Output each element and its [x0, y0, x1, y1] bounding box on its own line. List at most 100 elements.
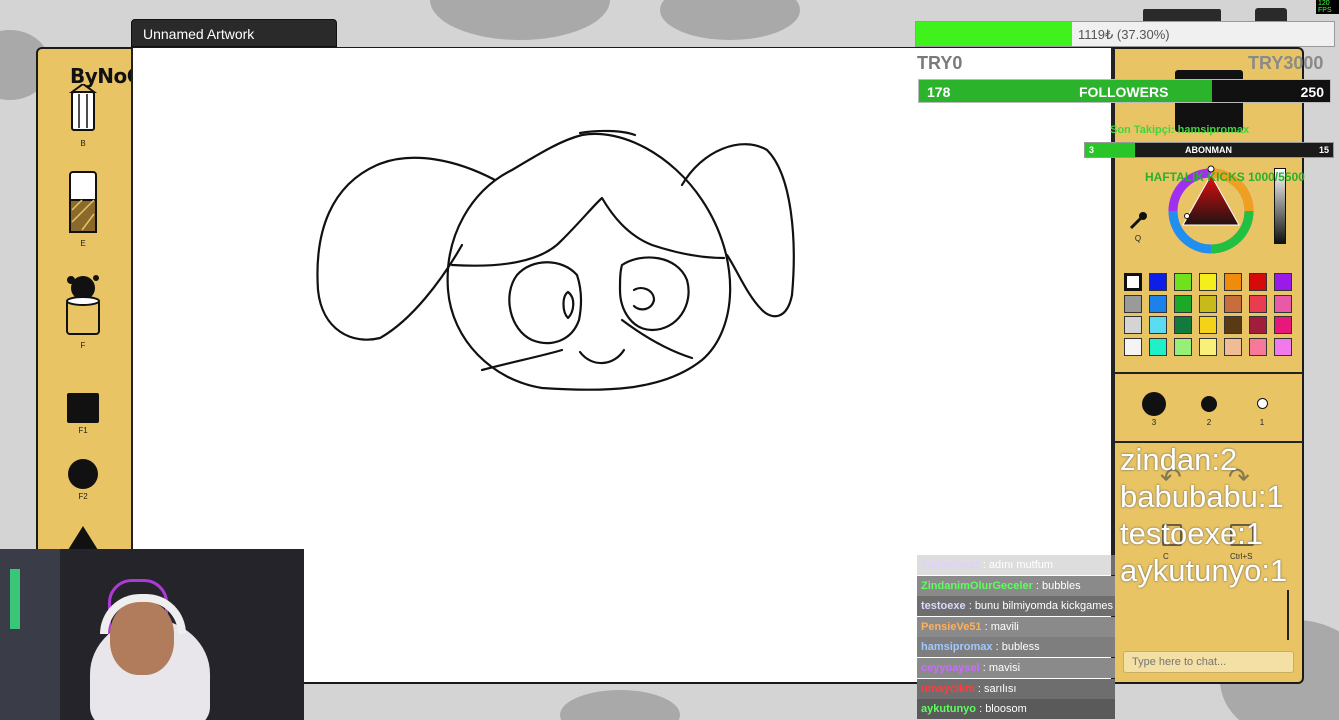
- subscriber-goal: 15: [1318, 145, 1329, 155]
- leaderboard-entry: testoexe:1: [1120, 516, 1264, 551]
- bg-blob: [560, 690, 680, 720]
- round-brush-tool[interactable]: F2: [62, 459, 104, 501]
- brush-size-small[interactable]: [1257, 398, 1268, 409]
- followers-goal: 250: [1300, 84, 1324, 100]
- tool-key: F2: [78, 492, 88, 501]
- color-swatch[interactable]: [1174, 337, 1192, 356]
- leaderboard-entry: aykutunyo:1: [1120, 553, 1288, 588]
- triangle-icon: [68, 526, 98, 550]
- goal-start: TRY0: [917, 53, 963, 73]
- chat-separator: :: [974, 682, 984, 695]
- chat-separator: :: [976, 703, 986, 716]
- chat-text: bloosom: [985, 703, 1027, 716]
- color-swatch[interactable]: [1249, 316, 1267, 334]
- chat-username[interactable]: testoexe: [921, 600, 966, 612]
- chat-text: bubbles: [1042, 579, 1081, 592]
- color-swatch[interactable]: [1249, 273, 1267, 291]
- chat-scrollbar[interactable]: [1287, 590, 1289, 640]
- color-swatch[interactable]: [1224, 337, 1242, 356]
- chat-username[interactable]: ZindanimOlurGeceler: [921, 580, 1033, 592]
- chat-input[interactable]: [1123, 651, 1294, 673]
- color-swatch[interactable]: [1274, 316, 1292, 334]
- brush-size-large[interactable]: [1142, 392, 1166, 416]
- chat-message: sudevmazz : adını mutfum: [917, 555, 1115, 575]
- color-swatch[interactable]: [1124, 294, 1142, 313]
- chat-separator: :: [979, 559, 989, 571]
- color-swatch[interactable]: [1174, 294, 1192, 313]
- chat-message: umaycikm : sarılısı: [917, 678, 1115, 699]
- color-swatch[interactable]: [1199, 316, 1217, 334]
- followers-current: 178: [927, 84, 951, 100]
- color-swatch[interactable]: [1249, 337, 1267, 356]
- color-swatch[interactable]: [1249, 294, 1267, 313]
- chat-username[interactable]: aykutunyo: [921, 703, 976, 715]
- tool-key: F: [80, 341, 86, 350]
- fps-counter: 120 FPS: [1316, 0, 1339, 14]
- latest-follower: Son Takipçi: hamsipromax: [1110, 124, 1250, 136]
- followers-label: FOLLOWERS: [1079, 84, 1169, 100]
- subscriber-current: 3: [1089, 145, 1095, 155]
- color-swatch[interactable]: [1174, 316, 1192, 334]
- tool-key: Q: [1134, 234, 1142, 243]
- chat-text: mavisi: [988, 662, 1021, 674]
- color-swatch[interactable]: [1199, 337, 1217, 356]
- paint-bucket-icon: [66, 275, 100, 335]
- chat-text: mavili: [990, 620, 1019, 633]
- chat-username[interactable]: hamsipromax: [921, 641, 993, 653]
- donation-progress-bar: 1119₺ (37.30%): [915, 21, 1335, 47]
- progress-fill: [916, 22, 1072, 46]
- chat-message: ZindanimOlurGeceler : bubbles: [917, 575, 1115, 596]
- color-swatch[interactable]: [1149, 273, 1167, 291]
- color-swatch[interactable]: [1124, 273, 1142, 291]
- leaderboard-entry: babubabu:1: [1120, 479, 1284, 514]
- color-swatch[interactable]: [1224, 316, 1242, 334]
- color-swatch[interactable]: [1274, 337, 1292, 356]
- eraser-tool[interactable]: E: [62, 170, 104, 248]
- square-brush-tool[interactable]: F1: [62, 393, 104, 435]
- tool-key: F1: [78, 426, 88, 435]
- chat-text: bunu bilmiyomda kickgames yaz: [974, 600, 1115, 613]
- color-swatch[interactable]: [1124, 337, 1142, 356]
- color-swatch[interactable]: [1149, 316, 1167, 334]
- color-swatch[interactable]: [1149, 337, 1167, 356]
- chat-separator: :: [992, 641, 1002, 654]
- progress-text: 1119₺ (37.30%): [1078, 27, 1170, 42]
- tool-key: B: [80, 139, 86, 148]
- bg-blob: [430, 0, 610, 40]
- brush-size-medium[interactable]: [1201, 396, 1217, 412]
- chat-username[interactable]: umaycikm: [921, 683, 975, 695]
- chat-username[interactable]: PensieVe51: [921, 621, 982, 633]
- color-swatch[interactable]: [1224, 294, 1242, 313]
- chat-separator: :: [979, 662, 989, 674]
- webcam-feed: [0, 549, 304, 720]
- pencil-icon: [68, 82, 98, 131]
- chat-message: aykutunyo : bloosom: [917, 699, 1115, 720]
- triangle-tool[interactable]: [62, 524, 104, 552]
- subscriber-goal-bar: 3 ABONMAN 15: [1084, 142, 1334, 158]
- chat-message: testoexe : bunu bilmiyomda kickgames yaz: [917, 596, 1115, 617]
- panel-divider: [1113, 372, 1303, 374]
- fill-bucket-tool[interactable]: F: [62, 270, 104, 350]
- tool-key: E: [80, 239, 86, 248]
- chat-message: hamsipromax : bubless: [917, 637, 1115, 658]
- color-swatch[interactable]: [1124, 316, 1142, 334]
- eyedropper-icon: [1129, 212, 1147, 230]
- color-swatch[interactable]: [1224, 273, 1242, 291]
- chat-username[interactable]: ceyyoaysel: [921, 662, 980, 674]
- followers-goal-bar: 178 FOLLOWERS 250: [918, 79, 1331, 103]
- weekly-kicks: HAFTALIK KICKS 1000/5500: [1145, 170, 1305, 184]
- color-swatch[interactable]: [1174, 273, 1192, 291]
- color-swatch[interactable]: [1274, 273, 1292, 291]
- chat-text: adını mutfum: [988, 559, 1054, 571]
- brush-key: 2: [1206, 418, 1212, 427]
- color-swatch[interactable]: [1274, 294, 1292, 313]
- color-swatch[interactable]: [1199, 273, 1217, 291]
- color-swatch[interactable]: [1199, 294, 1217, 313]
- leaderboard-entry: zindan:2: [1120, 442, 1238, 477]
- subscriber-label: ABONMAN: [1185, 145, 1232, 155]
- chat-separator: :: [965, 600, 975, 613]
- color-swatch[interactable]: [1149, 294, 1167, 313]
- chat-username[interactable]: sudevmazz: [921, 559, 980, 571]
- pencil-tool[interactable]: B: [62, 82, 104, 148]
- eyedropper-tool[interactable]: Q: [1126, 210, 1150, 243]
